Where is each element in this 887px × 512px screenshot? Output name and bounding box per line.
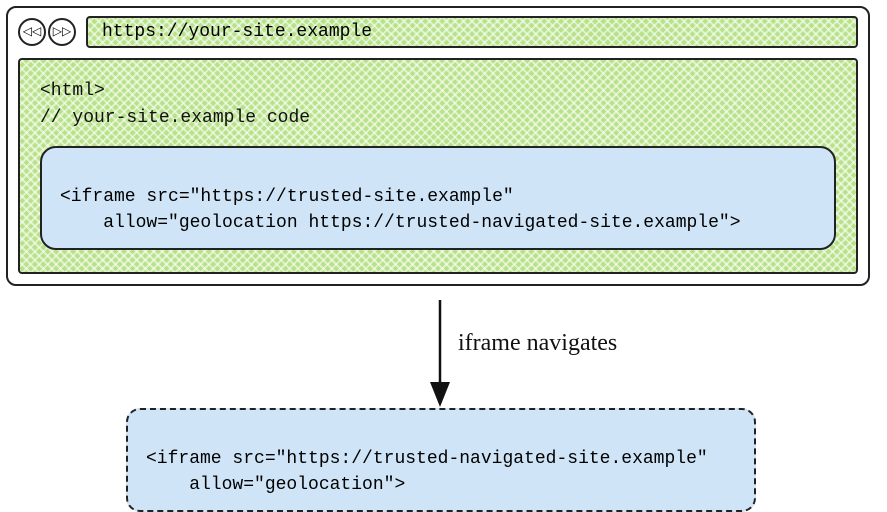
- nav-buttons: ◁◁ ▷▷: [18, 18, 76, 46]
- url-text: https://your-site.example: [102, 22, 372, 42]
- iframe-original-line-2: allow="geolocation https://trusted-navig…: [60, 213, 741, 233]
- iframe-original-line-1: <iframe src="https://trusted-site.exampl…: [60, 187, 514, 207]
- navigation-arrow: [0, 298, 887, 418]
- back-button[interactable]: ◁◁: [18, 18, 46, 46]
- browser-toolbar: ◁◁ ▷▷ https://your-site.example: [18, 16, 858, 48]
- page-viewport: <html> // your-site.example code <iframe…: [18, 58, 858, 274]
- url-bar[interactable]: https://your-site.example: [86, 16, 858, 48]
- page-code-line-2: // your-site.example code: [40, 105, 836, 132]
- iframe-navigated-line-1: <iframe src="https://trusted-navigated-s…: [146, 449, 708, 469]
- page-code-line-1: <html>: [40, 78, 836, 105]
- iframe-box-navigated: <iframe src="https://trusted-navigated-s…: [126, 408, 756, 512]
- iframe-box-original: <iframe src="https://trusted-site.exampl…: [40, 146, 836, 250]
- iframe-navigated-line-2: allow="geolocation">: [146, 475, 405, 495]
- arrow-label: iframe navigates: [458, 330, 617, 357]
- browser-window: ◁◁ ▷▷ https://your-site.example <html> /…: [6, 6, 870, 286]
- forward-button[interactable]: ▷▷: [48, 18, 76, 46]
